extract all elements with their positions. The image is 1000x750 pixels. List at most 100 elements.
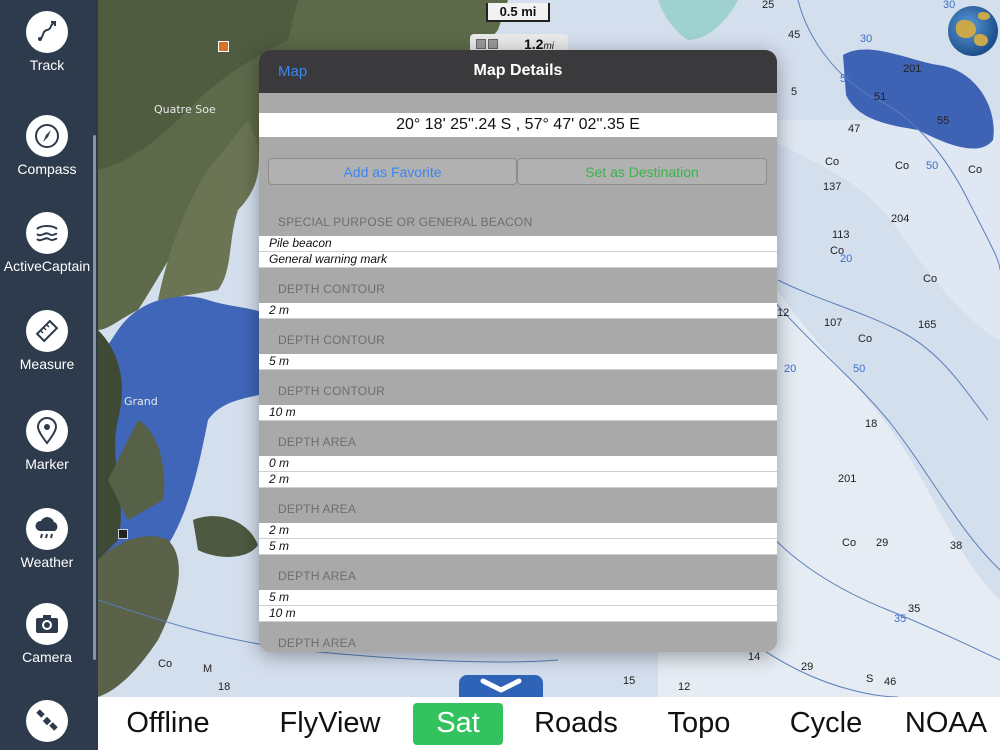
depth-label: 46 xyxy=(884,676,896,688)
section-row: 10 m xyxy=(259,405,777,421)
tab-noaa[interactable]: NOAA xyxy=(898,703,994,745)
section-header: DEPTH CONTOUR xyxy=(278,282,386,296)
section-header: DEPTH AREA xyxy=(278,636,357,650)
set-destination-button[interactable]: Set as Destination xyxy=(517,158,767,185)
dialog-body[interactable]: 20° 18' 25''.24 S , 57° 47' 02''.35 E Ad… xyxy=(259,93,777,652)
depth-label: 137 xyxy=(823,181,841,193)
depth-label: 14 xyxy=(748,651,760,663)
sidebar-item-track[interactable]: Track xyxy=(0,11,94,73)
tab-flyview[interactable]: FlyView xyxy=(270,703,390,745)
depth-label: 45 xyxy=(788,29,800,41)
zoom-square-icon xyxy=(488,39,498,49)
sidebar-item-marker[interactable]: Marker xyxy=(0,410,94,472)
track-icon xyxy=(26,11,68,53)
place-label: Quatre Soe xyxy=(154,103,216,116)
depth-label: 30 xyxy=(860,33,872,45)
sidebar-item-label: Measure xyxy=(19,356,75,372)
dialog-title: Map Details xyxy=(473,62,563,79)
depth-label: 201 xyxy=(838,473,856,485)
map-marker[interactable] xyxy=(118,529,128,539)
sidebar-item-label: ActiveCaptain xyxy=(3,258,91,274)
depth-label: 51 xyxy=(874,91,886,103)
chevron-down-icon xyxy=(480,678,522,693)
sidebar-item-camera[interactable]: Camera xyxy=(0,603,94,665)
dialog-header: Map Map Details xyxy=(259,50,777,93)
depth-label: 113 xyxy=(832,229,850,241)
section-row: General warning mark xyxy=(259,252,777,268)
depth-label: Co xyxy=(842,537,856,549)
section-row: 0 m xyxy=(259,456,777,472)
zoom-square-icon xyxy=(476,39,486,49)
map-details-dialog: Map Map Details 20° 18' 25''.24 S , 57° … xyxy=(259,50,777,652)
section-row: 2 m xyxy=(259,472,777,488)
depth-label: 12 xyxy=(777,307,789,319)
sidebar-item-label: Compass xyxy=(17,161,77,177)
depth-label: 204 xyxy=(891,213,909,225)
depth-label: 15 xyxy=(623,675,635,687)
coordinates-text: 20° 18' 25''.24 S , 57° 47' 02''.35 E xyxy=(259,113,777,137)
depth-label: 50 xyxy=(840,73,852,85)
depth-label: 47 xyxy=(848,123,860,135)
sidebar-item-label: Camera xyxy=(22,649,72,665)
depth-label: 20 xyxy=(784,363,796,375)
map-pin-icon xyxy=(26,410,68,452)
section-row: 2 m xyxy=(259,303,777,319)
section-row: 5 m xyxy=(259,590,777,606)
section-row: 5 m xyxy=(259,539,777,555)
depth-label: 201 xyxy=(903,63,921,75)
ruler-icon xyxy=(26,310,68,352)
sidebar: Track Compass ActiveCaptain Measure Mark… xyxy=(0,0,98,750)
tab-sat[interactable]: Sat xyxy=(413,703,503,745)
depth-label: S xyxy=(866,673,873,685)
tab-topo[interactable]: Topo xyxy=(659,703,739,745)
depth-label: Co xyxy=(825,156,839,168)
camera-icon xyxy=(26,603,68,645)
cloud-rain-icon xyxy=(26,508,68,550)
depth-label: 18 xyxy=(218,681,230,693)
tab-offline[interactable]: Offline xyxy=(114,703,222,745)
depth-label: M xyxy=(203,663,212,675)
depth-label: 30 xyxy=(943,0,955,11)
tab-roads[interactable]: Roads xyxy=(526,703,626,745)
tab-cycle[interactable]: Cycle xyxy=(782,703,870,745)
depth-label: Co xyxy=(923,273,937,285)
depth-label: 25 xyxy=(762,0,774,11)
section-header: DEPTH AREA xyxy=(278,502,357,516)
section-row: Pile beacon xyxy=(259,236,777,252)
depth-label: 29 xyxy=(801,661,813,673)
depth-label: Co xyxy=(895,160,909,172)
depth-label: 55 xyxy=(937,115,949,127)
section-header: DEPTH CONTOUR xyxy=(278,333,386,347)
map-marker[interactable] xyxy=(218,41,229,52)
depth-label: 12 xyxy=(678,681,690,693)
depth-label: Co xyxy=(830,245,844,257)
sidebar-item-measure[interactable]: Measure xyxy=(0,310,94,372)
depth-label: Co xyxy=(158,658,172,670)
section-header: DEPTH AREA xyxy=(278,569,357,583)
scale-indicator: 0.5 mi xyxy=(486,3,550,22)
depth-label: Co xyxy=(968,164,982,176)
sidebar-item-satellite[interactable] xyxy=(0,700,94,742)
depth-label: 5 xyxy=(791,86,797,98)
globe-icon[interactable] xyxy=(948,6,998,56)
satellite-icon xyxy=(26,700,68,742)
sidebar-item-label: Track xyxy=(29,57,65,73)
back-button[interactable]: Map xyxy=(278,63,307,80)
depth-label: 18 xyxy=(865,418,877,430)
depth-label: 107 xyxy=(824,317,842,329)
activecaptain-icon xyxy=(26,212,68,254)
depth-label: 50 xyxy=(853,363,865,375)
add-favorite-button[interactable]: Add as Favorite xyxy=(268,158,517,185)
place-label: Grand xyxy=(124,395,158,408)
depth-label: 35 xyxy=(908,603,920,615)
sidebar-item-activecaptain[interactable]: ActiveCaptain xyxy=(0,212,94,274)
section-header: DEPTH CONTOUR xyxy=(278,384,386,398)
section-header: SPECIAL PURPOSE OR GENERAL BEACON xyxy=(278,215,533,229)
collapse-handle[interactable] xyxy=(459,675,543,699)
depth-label: 50 xyxy=(926,160,938,172)
depth-label: 35 xyxy=(894,613,906,625)
sidebar-item-compass[interactable]: Compass xyxy=(0,115,94,177)
sidebar-item-weather[interactable]: Weather xyxy=(0,508,94,570)
sidebar-item-label: Marker xyxy=(25,456,69,472)
map-type-bar: Offline FlyView Sat Roads Topo Cycle NOA… xyxy=(98,697,1000,750)
